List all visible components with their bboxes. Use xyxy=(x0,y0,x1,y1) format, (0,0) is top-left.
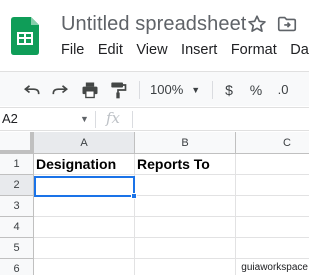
cell-c2[interactable] xyxy=(236,175,309,196)
row-header-6[interactable]: 6 xyxy=(0,259,34,275)
redo-icon[interactable] xyxy=(48,72,72,107)
zoom-value: 100% xyxy=(150,82,184,97)
document-title[interactable]: Untitled spreadsheet xyxy=(61,13,246,36)
print-icon[interactable] xyxy=(78,72,102,107)
select-all-corner[interactable] xyxy=(0,132,34,154)
watermark-text: guiaworkspace xyxy=(240,262,309,273)
row-header-5[interactable]: 5 xyxy=(0,238,34,259)
star-icon[interactable] xyxy=(246,13,268,35)
cell-a4[interactable] xyxy=(34,217,135,238)
cell-b5[interactable] xyxy=(135,238,236,259)
undo-icon[interactable] xyxy=(20,72,44,107)
cell-a3[interactable] xyxy=(34,196,135,217)
cell-c3[interactable] xyxy=(236,196,309,217)
format-percent-button[interactable]: % xyxy=(248,72,264,107)
menu-file[interactable]: File xyxy=(61,42,84,58)
column-header-b[interactable]: B xyxy=(135,132,236,154)
zoom-select[interactable]: 100% ▼ xyxy=(150,72,205,107)
menu-data[interactable]: Da xyxy=(290,42,309,58)
formula-bar: A2 ▼ fx xyxy=(0,107,309,131)
menu-insert[interactable]: Insert xyxy=(181,42,217,58)
sheets-logo-icon[interactable] xyxy=(11,17,39,55)
row-header-4[interactable]: 4 xyxy=(0,217,34,238)
cell-c1[interactable] xyxy=(236,154,309,175)
formula-separator xyxy=(95,111,96,128)
chevron-down-icon: ▼ xyxy=(191,84,201,95)
chevron-down-icon[interactable]: ▼ xyxy=(80,108,89,130)
formula-separator xyxy=(132,111,133,128)
row-header-2[interactable]: 2 xyxy=(0,175,34,196)
row-header-3[interactable]: 3 xyxy=(0,196,34,217)
cell-b1[interactable]: Reports To xyxy=(135,154,236,175)
cell-c4[interactable] xyxy=(236,217,309,238)
column-header-a[interactable]: A xyxy=(34,132,135,154)
paint-format-icon[interactable] xyxy=(106,72,130,107)
row-header-1[interactable]: 1 xyxy=(0,154,34,175)
cell-a5[interactable] xyxy=(34,238,135,259)
toolbar-separator xyxy=(139,81,140,99)
menu-bar: File Edit View Insert Format Da xyxy=(61,42,320,58)
menu-view[interactable]: View xyxy=(136,42,167,58)
fx-icon: fx xyxy=(106,109,121,127)
cell-a6[interactable] xyxy=(34,259,135,275)
toolbar: 100% ▼ $ % .0 xyxy=(0,71,309,106)
cell-b4[interactable] xyxy=(135,217,236,238)
cell-b3[interactable] xyxy=(135,196,236,217)
column-header-c[interactable]: C xyxy=(236,132,309,154)
toolbar-separator xyxy=(212,81,213,99)
menu-format[interactable]: Format xyxy=(231,42,277,58)
name-box[interactable]: A2 xyxy=(0,108,90,130)
menu-edit[interactable]: Edit xyxy=(98,42,123,58)
format-currency-button[interactable]: $ xyxy=(221,72,237,107)
cell-c5[interactable] xyxy=(236,238,309,259)
move-to-folder-icon[interactable] xyxy=(276,13,298,35)
fill-handle[interactable] xyxy=(131,193,137,199)
active-cell-selection[interactable] xyxy=(34,176,135,197)
cell-b6[interactable] xyxy=(135,259,236,275)
cell-a1[interactable]: Designation xyxy=(34,154,135,175)
sheet-grid: A B C 1 2 3 4 5 6 Designation Reports To xyxy=(0,132,309,275)
decrease-decimal-button[interactable]: .0 xyxy=(272,72,294,107)
cell-b2[interactable] xyxy=(135,175,236,196)
